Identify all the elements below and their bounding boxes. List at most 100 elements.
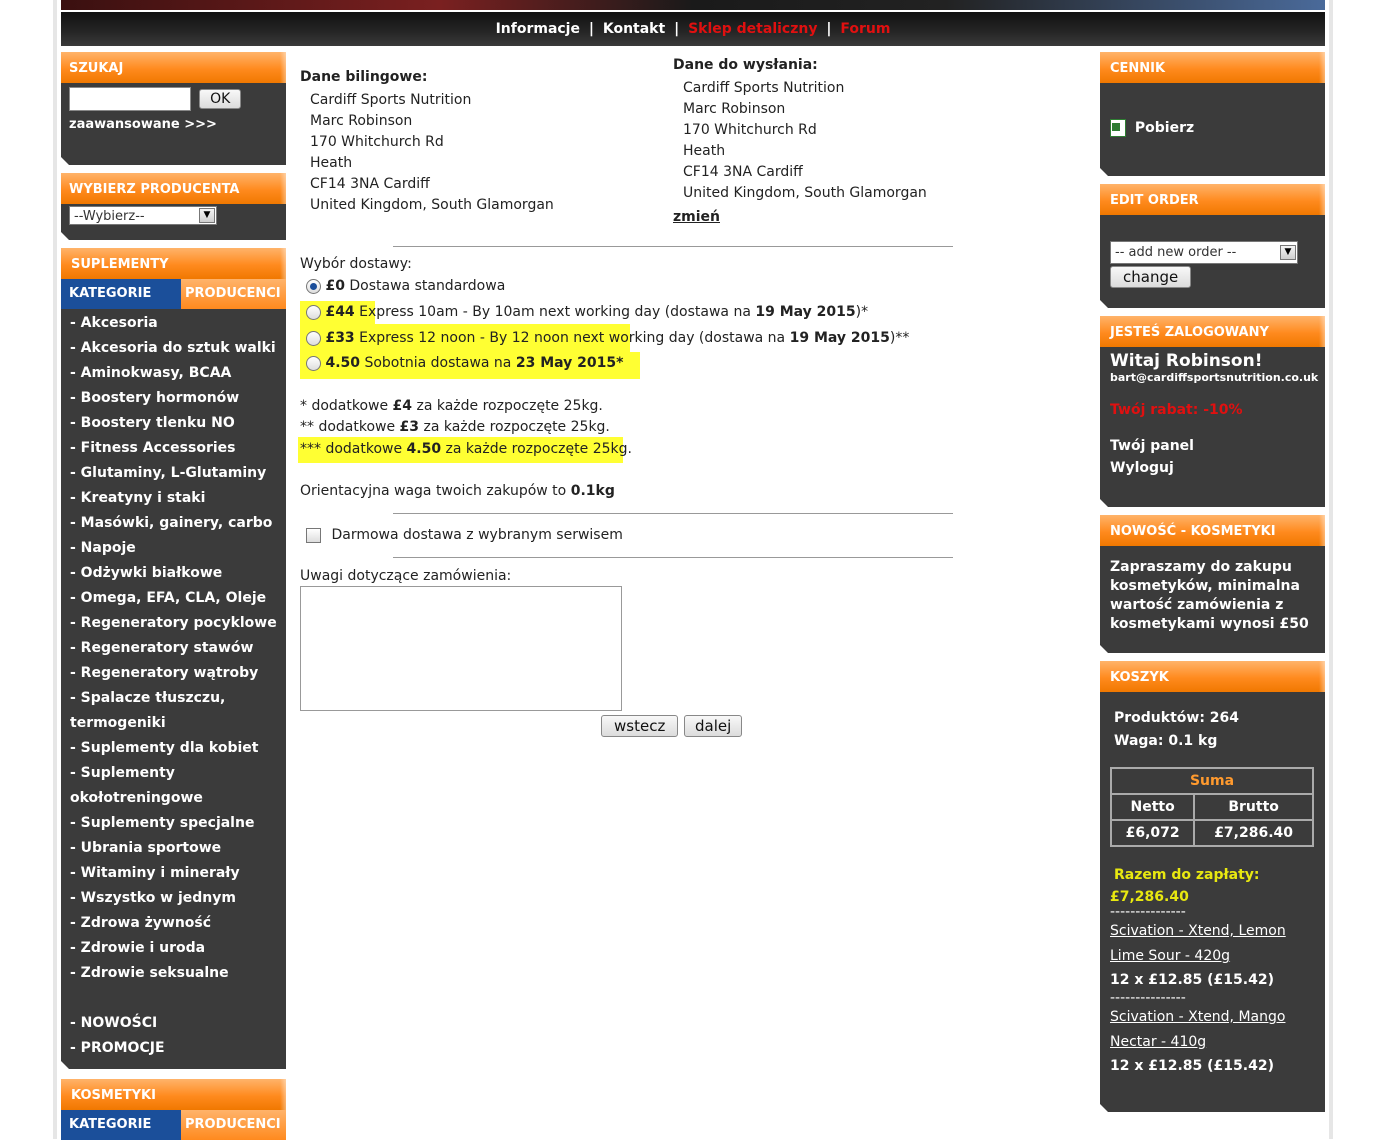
next-button[interactable]: dalej xyxy=(684,715,743,737)
note-saturday: *** dodatkowe 4.50 za każde rozpoczęte 2… xyxy=(300,441,632,457)
category-item[interactable]: - Aminokwasy, BCAA xyxy=(61,361,286,386)
search-ok-button[interactable]: OK xyxy=(199,89,242,109)
cart-item-qty: 12 x £12.85 (£15.42) xyxy=(1110,1058,1274,1074)
delivery-price: £33 xyxy=(325,330,355,346)
shipping-line: 170 Whitchurch Rd xyxy=(683,122,817,138)
shipping-line: CF14 3NA Cardiff xyxy=(683,164,803,180)
category-item[interactable]: - Akcesoria xyxy=(61,311,286,336)
shipping-line: Heath xyxy=(683,143,726,159)
tab-cosmetics-producers[interactable]: PRODUCENCI xyxy=(181,1110,286,1140)
tab-cosmetics-categories[interactable]: KATEGORIE xyxy=(61,1110,181,1140)
category-item[interactable]: - Odżywki białkowe xyxy=(61,561,286,586)
category-item[interactable]: - Zdrowa żywność xyxy=(61,911,286,936)
order-select[interactable]: -- add new order -- ▼ xyxy=(1110,241,1298,264)
news-text: Zapraszamy do zakupu kosmetyków, minimal… xyxy=(1110,559,1309,632)
back-button[interactable]: wstecz xyxy=(601,715,679,737)
category-item[interactable]: - Akcesoria do sztuk walki xyxy=(61,336,286,361)
category-item[interactable]: - Spalacze tłuszczu, xyxy=(61,686,286,711)
category-item[interactable]: - Zdrowie i uroda xyxy=(61,936,286,961)
category-item[interactable]: - Masówki, gainery, carbo xyxy=(61,511,286,536)
category-item[interactable]: - Regeneratory stawów xyxy=(61,636,286,661)
nav-kontakt[interactable]: Kontakt xyxy=(603,21,665,37)
cart-weight: Waga: 0.1 kg xyxy=(1114,733,1218,749)
delivery-radio-standard[interactable] xyxy=(306,278,321,294)
category-item[interactable]: - Glutaminy, L-Glutaminy xyxy=(61,461,286,486)
top-navigation: Informacje | Kontakt | Sklep detaliczny … xyxy=(61,12,1325,46)
change-address-link[interactable]: zmień xyxy=(673,209,927,225)
header-banner xyxy=(61,0,1325,10)
shipping-line: United Kingdom, South Glamorgan xyxy=(683,185,927,201)
delivery-date: 23 May 2015* xyxy=(515,355,624,371)
category-item-news[interactable]: - NOWOŚCI xyxy=(61,1011,286,1036)
category-item[interactable]: - Witaminy i minerały xyxy=(61,861,286,886)
netto-value: £6,072 xyxy=(1109,819,1196,847)
category-item[interactable]: - Wszystko w jednym xyxy=(61,886,286,911)
note-value: £3 xyxy=(399,419,420,435)
delivery-text: Express 12 noon - By 12 noon next workin… xyxy=(354,330,790,346)
remarks-textarea[interactable] xyxy=(300,586,622,711)
note-value: 4.50 xyxy=(406,441,442,457)
change-order-button[interactable]: change xyxy=(1110,266,1192,288)
download-link[interactable]: Pobierz xyxy=(1135,120,1194,136)
delivery-text: Dostawa standardowa xyxy=(344,278,506,294)
nav-sklep-detaliczny[interactable]: Sklep detaliczny xyxy=(688,21,817,37)
billing-line: Heath xyxy=(310,155,353,171)
delivery-text: Sobotnia dostawa na xyxy=(360,355,516,371)
delivery-radio-express-10am[interactable] xyxy=(306,304,321,320)
tab-producers[interactable]: PRODUCENCI xyxy=(181,279,286,309)
billing-title: Dane bilingowe: xyxy=(300,69,428,85)
category-item[interactable]: - Boostery hormonów xyxy=(61,386,286,411)
excel-file-icon xyxy=(1110,119,1126,137)
delivery-radio-saturday[interactable] xyxy=(306,355,321,371)
cart-divider: --------------- xyxy=(1110,904,1186,920)
note-value: £4 xyxy=(392,398,413,414)
note-text: * dodatkowe xyxy=(300,398,393,414)
category-item[interactable]: - Regeneratory pocyklowe xyxy=(61,611,286,636)
edit-order-box: -- add new order -- ▼ change xyxy=(1100,215,1325,308)
category-item[interactable]: termogeniki xyxy=(61,711,286,736)
remarks-label: Uwagi dotyczące zamówienia: xyxy=(300,568,512,584)
category-item[interactable]: - Zdrowie seksualne xyxy=(61,961,286,986)
category-item[interactable]: - Regeneratory wątroby xyxy=(61,661,286,686)
category-item[interactable]: - Boostery tlenku NO xyxy=(61,411,286,436)
weight-label: Orientacyjna waga twoich zakupów to xyxy=(300,483,571,499)
search-input[interactable] xyxy=(69,87,191,111)
category-item[interactable]: okołotreningowe xyxy=(61,786,286,811)
sum-header: Suma xyxy=(1110,767,1314,795)
chevron-down-icon: ▼ xyxy=(199,208,215,223)
billing-section: Dane bilingowe: Cardiff Sports Nutrition… xyxy=(300,69,554,216)
free-delivery-checkbox[interactable] xyxy=(306,527,321,543)
category-item-promotions[interactable]: - PROMOCJE xyxy=(61,1036,286,1061)
nav-separator: | xyxy=(588,21,594,37)
producer-select[interactable]: --Wybierz-- ▼ xyxy=(69,206,217,225)
tab-categories[interactable]: KATEGORIE xyxy=(61,279,181,309)
delivery-radio-express-noon[interactable] xyxy=(306,330,321,346)
nav-forum[interactable]: Forum xyxy=(840,21,890,37)
category-item[interactable]: - Ubrania sportowe xyxy=(61,836,286,861)
category-item[interactable]: - Suplementy xyxy=(61,761,286,786)
edit-order-box-title: EDIT ORDER xyxy=(1100,184,1325,215)
advanced-search-link[interactable]: zaawansowane >>> xyxy=(69,117,278,132)
category-item[interactable]: - Kreatyny i staki xyxy=(61,486,286,511)
pricelist-download[interactable]: Pobierz xyxy=(1110,83,1315,137)
nav-separator: | xyxy=(826,21,832,37)
billing-line: Marc Robinson xyxy=(310,113,413,129)
cart-item-link[interactable]: Scivation - Xtend, Lemon Lime Sour - 420… xyxy=(1110,919,1315,969)
cart-item-link[interactable]: Scivation - Xtend, Mango Nectar - 410g xyxy=(1110,1005,1315,1055)
delivery-date: 19 May 2015 xyxy=(755,304,856,320)
category-item[interactable]: - Omega, EFA, CLA, Oleje xyxy=(61,586,286,611)
left-sidebar: SZUKAJ OK zaawansowane >>> WYBIERZ PRODU… xyxy=(61,52,286,1140)
producer-box-title: WYBIERZ PRODUCENTA xyxy=(61,173,286,204)
logout-link[interactable]: Wyloguj xyxy=(1110,460,1315,476)
category-item[interactable]: - Suplementy dla kobiet xyxy=(61,736,286,761)
category-item[interactable]: - Suplementy specjalne xyxy=(61,811,286,836)
user-panel-link[interactable]: Twój panel xyxy=(1110,438,1315,454)
weight-value: 0.1kg xyxy=(570,483,615,499)
page-edge-left xyxy=(53,0,57,1139)
estimated-weight: Orientacyjna waga twoich zakupów to 0.1k… xyxy=(300,483,615,499)
nav-informacje[interactable]: Informacje xyxy=(496,21,580,37)
category-item[interactable]: - Napoje xyxy=(61,536,286,561)
discount-label: Twój rabat: -10% xyxy=(1110,402,1243,418)
delivery-option-express-noon: £33 Express 12 noon - By 12 noon next wo… xyxy=(306,330,909,346)
category-item[interactable]: - Fitness Accessories xyxy=(61,436,286,461)
